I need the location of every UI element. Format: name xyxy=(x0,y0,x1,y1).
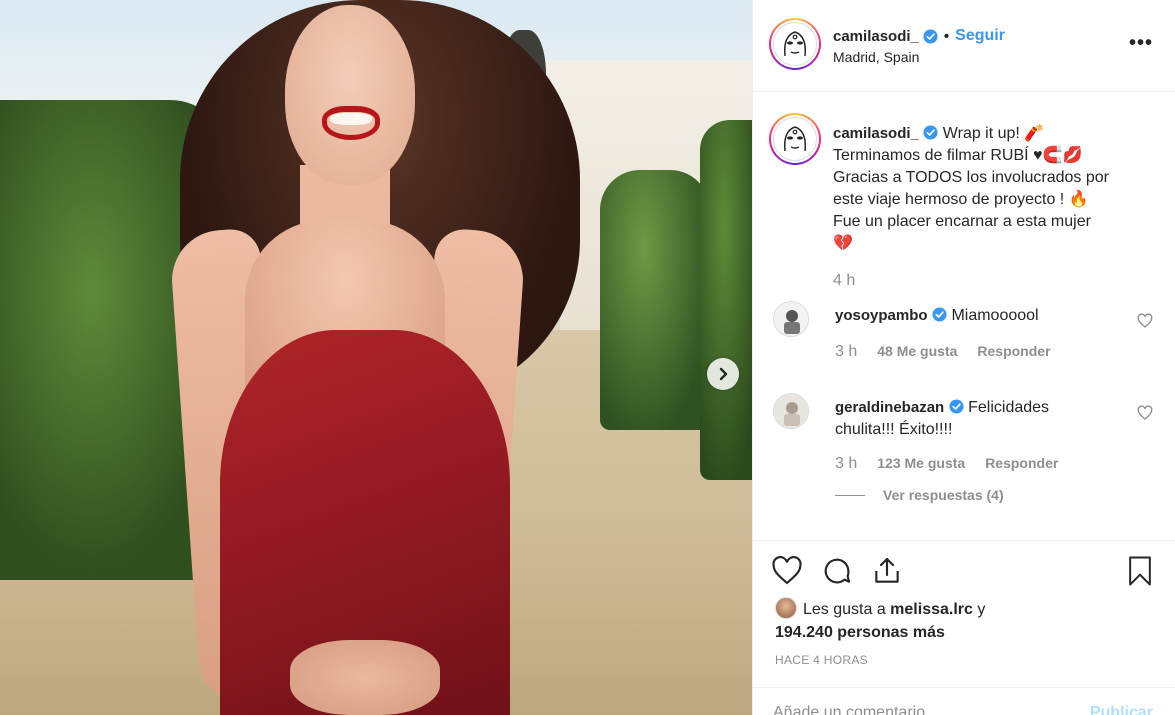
likes-count[interactable]: 194.240 personas más xyxy=(775,624,945,641)
comment-button[interactable] xyxy=(821,555,853,587)
verified-badge-icon xyxy=(923,28,938,44)
post-header: camilasodi_ • Seguir Madrid, Spain ••• xyxy=(753,0,1175,92)
caption-line: Fue un placer encarnar a esta mujer xyxy=(833,213,1091,230)
photo-lips xyxy=(322,106,380,140)
reply-button[interactable]: Responder xyxy=(977,343,1050,359)
caption-timestamp[interactable]: 4 h xyxy=(833,272,855,290)
share-button[interactable] xyxy=(871,555,903,587)
likes-middle: y xyxy=(972,601,986,618)
face-drawing-icon xyxy=(783,31,807,57)
caption-line: este viaje hermoso de proyecto ! 🔥 xyxy=(833,191,1089,208)
likes-summary: Les gusta a melissa.lrc y 194.240 person… xyxy=(775,597,1135,644)
comment-input[interactable] xyxy=(773,704,1063,715)
caption-line: Wrap it up! 🧨 xyxy=(942,125,1045,142)
verified-badge-icon xyxy=(923,125,938,140)
comment-timestamp[interactable]: 3 h xyxy=(835,455,857,473)
likes-prefix: Les gusta a xyxy=(803,601,891,618)
comment-meta: 3 h 48 Me gusta Responder xyxy=(835,343,1051,361)
add-comment-bar: Publicar xyxy=(753,687,1175,715)
author-username[interactable]: camilasodi_ xyxy=(833,28,919,45)
avatar-image-icon xyxy=(774,302,808,336)
reply-button[interactable]: Responder xyxy=(985,455,1058,471)
heart-outline-icon xyxy=(772,556,802,585)
view-replies-label: Ver respuestas (4) xyxy=(883,487,1004,503)
caption-username[interactable]: camilasodi_ xyxy=(833,125,919,142)
comment-item: yosoypambo Miamoooool 3 h 48 Me gusta Re… xyxy=(773,301,1163,381)
photo-hedge-far-right xyxy=(700,120,752,480)
chevron-right-icon xyxy=(719,367,728,381)
action-icons xyxy=(771,555,903,587)
verified-badge-icon xyxy=(949,399,964,414)
commenter-avatar[interactable] xyxy=(773,393,809,429)
post-location[interactable]: Madrid, Spain xyxy=(833,49,919,65)
caption-line: Gracias a TODOS los involucrados por xyxy=(833,169,1109,186)
face-drawing-icon xyxy=(783,126,807,152)
separator-dot: • xyxy=(943,27,950,45)
replies-divider xyxy=(835,494,865,496)
liker-username[interactable]: melissa.lrc xyxy=(890,601,973,618)
save-button[interactable] xyxy=(1125,555,1155,591)
comment-timestamp[interactable]: 3 h xyxy=(835,343,857,361)
bookmark-icon xyxy=(1129,556,1151,586)
author-avatar[interactable] xyxy=(769,18,821,70)
caption-line: Terminamos de filmar RUBÍ ♥🧲💋 xyxy=(833,147,1083,164)
liker-avatar[interactable] xyxy=(775,597,797,619)
comment-likes-count[interactable]: 123 Me gusta xyxy=(877,455,965,471)
caption-author-avatar[interactable] xyxy=(769,113,821,165)
comment-username[interactable]: geraldinebazan xyxy=(835,399,944,416)
follow-button[interactable]: Seguir xyxy=(955,27,1005,45)
publish-button[interactable]: Publicar xyxy=(1090,704,1153,715)
heart-outline-icon xyxy=(1137,313,1153,328)
next-photo-button[interactable] xyxy=(707,358,739,390)
post-side-panel: camilasodi_ • Seguir Madrid, Spain ••• c… xyxy=(753,0,1175,715)
view-replies-button[interactable]: Ver respuestas (4) xyxy=(835,487,1004,503)
comment-like-button[interactable] xyxy=(1137,313,1153,333)
photo-hedge-right xyxy=(600,170,710,430)
post-timestamp[interactable]: HACE 4 HORAS xyxy=(775,653,868,667)
comment-like-button[interactable] xyxy=(1137,405,1153,425)
comment-body: Miamoooool xyxy=(951,307,1039,324)
comment-meta: 3 h 123 Me gusta Responder xyxy=(835,455,1058,473)
verified-badge-icon xyxy=(932,307,947,322)
comment-username[interactable]: yosoypambo xyxy=(835,307,928,324)
like-button[interactable] xyxy=(771,555,803,587)
post-photo[interactable] xyxy=(0,0,753,715)
comment-text: geraldinebazan Felicidades chulita!!! Éx… xyxy=(835,397,1105,441)
caption-line: 💔 xyxy=(833,235,853,252)
comment-item: geraldinebazan Felicidades chulita!!! Éx… xyxy=(773,393,1163,513)
caption-text: camilasodi_ Wrap it up! 🧨 Terminamos de … xyxy=(833,123,1153,255)
photo-hands xyxy=(290,640,440,715)
post-actions: Les gusta a melissa.lrc y 194.240 person… xyxy=(753,540,1175,715)
share-upload-icon xyxy=(875,557,899,583)
avatar-image-icon xyxy=(774,394,808,428)
speech-bubble-icon xyxy=(824,558,851,584)
instagram-post: camilasodi_ • Seguir Madrid, Spain ••• c… xyxy=(0,0,1175,715)
more-options-button[interactable]: ••• xyxy=(1129,32,1153,55)
photo-face xyxy=(285,5,415,185)
comment-text: yosoypambo Miamoooool xyxy=(835,305,1105,327)
commenter-avatar[interactable] xyxy=(773,301,809,337)
comments-list[interactable]: camilasodi_ Wrap it up! 🧨 Terminamos de … xyxy=(753,93,1175,540)
comment-likes-count[interactable]: 48 Me gusta xyxy=(877,343,957,359)
heart-outline-icon xyxy=(1137,405,1153,420)
